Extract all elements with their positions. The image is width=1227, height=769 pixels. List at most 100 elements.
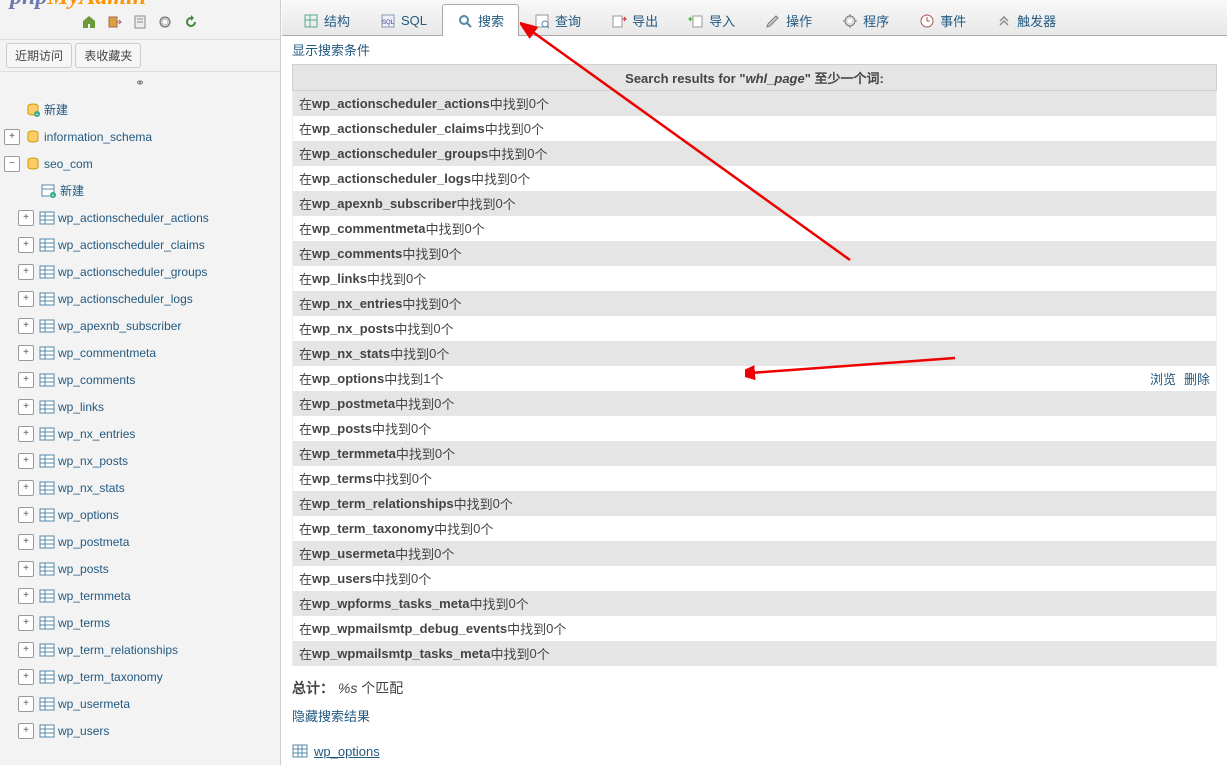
- settings-icon[interactable]: [157, 14, 173, 30]
- tab-label: 触发器: [1017, 11, 1056, 30]
- expand-icon[interactable]: +: [18, 318, 34, 334]
- expand-icon[interactable]: +: [18, 291, 34, 307]
- table-wp_nx_entries[interactable]: +wp_nx_entries: [0, 420, 280, 447]
- table-wp_actionscheduler_groups[interactable]: +wp_actionscheduler_groups: [0, 258, 280, 285]
- expand-icon[interactable]: +: [18, 372, 34, 388]
- expand-icon[interactable]: +: [18, 669, 34, 685]
- db-label: seo_com: [44, 151, 93, 177]
- expand-icon[interactable]: +: [18, 399, 34, 415]
- row-table: wp_terms: [312, 471, 373, 486]
- expand-icon[interactable]: +: [18, 426, 34, 442]
- tab-search[interactable]: 搜索: [442, 4, 519, 36]
- tab-structure[interactable]: 结构: [288, 4, 365, 36]
- row-count: 0: [433, 321, 440, 336]
- table-wp_term_taxonomy[interactable]: +wp_term_taxonomy: [0, 663, 280, 690]
- expand-icon[interactable]: +: [18, 507, 34, 523]
- expand-icon[interactable]: +: [18, 345, 34, 361]
- table-wp_nx_stats[interactable]: +wp_nx_stats: [0, 474, 280, 501]
- expand-icon[interactable]: +: [18, 453, 34, 469]
- row-mid: 中找到: [425, 219, 464, 238]
- table-wp_actionscheduler_claims[interactable]: +wp_actionscheduler_claims: [0, 231, 280, 258]
- reload-icon[interactable]: [183, 14, 199, 30]
- row-count: 0: [434, 546, 441, 561]
- row-count: 1: [423, 371, 430, 386]
- table-wp_termmeta[interactable]: +wp_termmeta: [0, 582, 280, 609]
- row-suffix: 个: [517, 169, 530, 188]
- row-count: 0: [510, 171, 517, 186]
- expand-icon[interactable]: −: [4, 156, 20, 172]
- table-wp_apexnb_subscriber[interactable]: +wp_apexnb_subscriber: [0, 312, 280, 339]
- home-icon[interactable]: [81, 14, 97, 30]
- table-wp_actionscheduler_actions[interactable]: +wp_actionscheduler_actions: [0, 204, 280, 231]
- row-count: 0: [412, 471, 419, 486]
- tree-new[interactable]: + 新建: [0, 96, 280, 123]
- row-table: wp_options: [312, 371, 384, 386]
- tab-triggers[interactable]: 触发器: [981, 4, 1071, 36]
- expand-icon[interactable]: +: [18, 723, 34, 739]
- db-seo_com[interactable]: − seo_com: [0, 150, 280, 177]
- tab-events[interactable]: 事件: [904, 4, 981, 36]
- table-wp_commentmeta[interactable]: +wp_commentmeta: [0, 339, 280, 366]
- tree-new-table[interactable]: +新建: [0, 177, 280, 204]
- delete-link[interactable]: 删除: [1184, 372, 1210, 387]
- table-wp_terms[interactable]: + wp_terms: [0, 609, 280, 636]
- db-information_schema[interactable]: +information_schema: [0, 123, 280, 150]
- tab-label: SQL: [401, 13, 427, 28]
- hide-results-link[interactable]: 隐藏搜索结果: [292, 709, 370, 724]
- svg-text:SQL: SQL: [382, 20, 395, 26]
- result-row: 在 wp_links 中找到 0 个: [292, 266, 1217, 291]
- expand-icon[interactable]: +: [18, 588, 34, 604]
- result-row: 在 wp_actionscheduler_actions 中找到 0 个: [292, 91, 1217, 116]
- table-icon: [39, 453, 55, 469]
- table-wp_term_relationships[interactable]: +wp_term_relationships: [0, 636, 280, 663]
- tab-sql[interactable]: SQL SQL: [365, 4, 442, 36]
- expand-icon[interactable]: +: [18, 615, 34, 631]
- tab-import[interactable]: 导入: [673, 4, 750, 36]
- table-wp_options[interactable]: +wp_options: [0, 501, 280, 528]
- table-wp_usermeta[interactable]: +wp_usermeta: [0, 690, 280, 717]
- expand-icon[interactable]: +: [18, 264, 34, 280]
- show-criteria-link[interactable]: 显示搜索条件: [292, 43, 370, 58]
- expand-icon[interactable]: +: [4, 129, 20, 145]
- row-table: wp_actionscheduler_claims: [312, 121, 485, 136]
- favorites-button[interactable]: 表收藏夹: [75, 43, 141, 68]
- row-count: 0: [509, 596, 516, 611]
- table-wp_links[interactable]: +wp_links: [0, 393, 280, 420]
- sql-icon: SQL: [380, 13, 396, 29]
- expand-icon[interactable]: +: [18, 210, 34, 226]
- table-icon: [292, 743, 308, 759]
- row-count: 0: [524, 121, 531, 136]
- footer-table[interactable]: wp_options: [292, 743, 1217, 759]
- result-row: 在 wp_term_relationships 中找到 0 个: [292, 491, 1217, 516]
- table-label: wp_terms: [58, 610, 110, 636]
- browse-link[interactable]: 浏览: [1150, 372, 1176, 387]
- docs-icon[interactable]: [132, 14, 148, 30]
- tab-label: 程序: [863, 11, 889, 30]
- expand-icon[interactable]: +: [18, 642, 34, 658]
- expand-icon[interactable]: +: [18, 696, 34, 712]
- tab-query[interactable]: 查询: [519, 4, 596, 36]
- row-table: wp_term_relationships: [312, 496, 454, 511]
- result-row: 在 wp_wpmailsmtp_debug_events 中找到 0 个: [292, 616, 1217, 641]
- table-wp_users[interactable]: +wp_users: [0, 717, 280, 744]
- table-wp_actionscheduler_logs[interactable]: +wp_actionscheduler_logs: [0, 285, 280, 312]
- tab-export[interactable]: 导出: [596, 4, 673, 36]
- row-prefix: 在: [299, 119, 312, 138]
- result-row: 在 wp_nx_entries 中找到 0 个: [292, 291, 1217, 316]
- row-count: 0: [546, 621, 553, 636]
- heading-suffix: " 至少一个词:: [805, 71, 884, 86]
- expand-icon[interactable]: +: [18, 480, 34, 496]
- recent-button[interactable]: 近期访问: [6, 43, 72, 68]
- tab-routines[interactable]: 程序: [827, 4, 904, 36]
- row-suffix: 个: [553, 619, 566, 638]
- table-wp_comments[interactable]: +wp_comments: [0, 366, 280, 393]
- expand-icon[interactable]: +: [18, 237, 34, 253]
- table-wp_postmeta[interactable]: +wp_postmeta: [0, 528, 280, 555]
- logout-icon[interactable]: [107, 14, 123, 30]
- tab-operations[interactable]: 操作: [750, 4, 827, 36]
- table-wp_posts[interactable]: +wp_posts: [0, 555, 280, 582]
- expand-icon[interactable]: +: [18, 534, 34, 550]
- table-wp_nx_posts[interactable]: +wp_nx_posts: [0, 447, 280, 474]
- table-icon: [39, 291, 55, 307]
- expand-icon[interactable]: +: [18, 561, 34, 577]
